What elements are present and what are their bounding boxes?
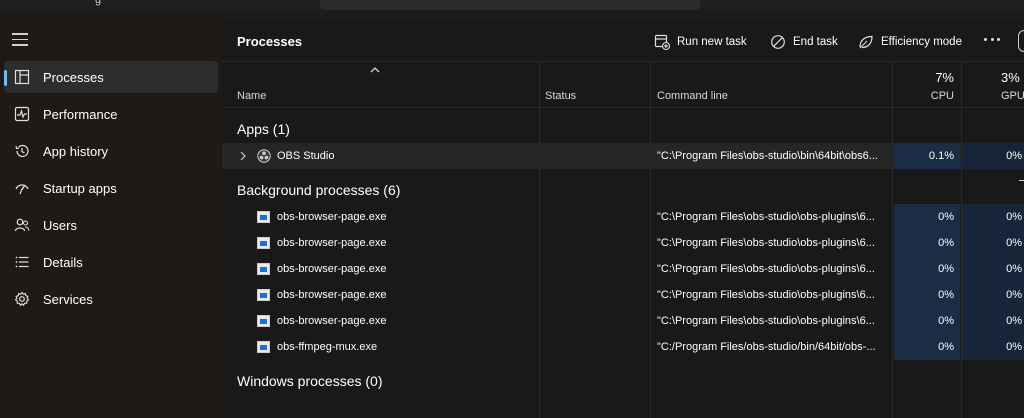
process-cpu: 0.1% [928,150,954,162]
process-name: OBS Studio [277,150,335,162]
sidebar-item-performance[interactable]: Performance [4,98,218,130]
process-command-line: "C:\Program Files\obs-studio\obs-plugins… [657,289,875,301]
column-header-status[interactable]: Status [545,90,576,102]
users-icon [14,218,30,232]
column-header-gpu[interactable]: GPU [1001,90,1024,102]
application-window-icon [257,289,270,301]
process-command-line: "C:\Program Files\obs-studio\obs-plugins… [657,263,875,275]
application-window-icon [257,211,270,223]
page-title: Processes [237,34,303,49]
sidebar-item-details[interactable]: Details [4,246,218,278]
process-gpu: 0% [1006,315,1022,327]
process-command-line: "C:\Program Files\obs-studio\obs-plugins… [657,237,875,249]
services-icon [14,291,30,307]
sidebar-item-label: Processes [43,70,104,85]
process-cpu: 0% [938,263,954,275]
sidebar-item-users[interactable]: Users [4,209,218,241]
process-gpu: 0% [1006,289,1022,301]
efficiency-mode-label: Efficiency mode [881,36,962,48]
process-gpu: 0% [1006,211,1022,223]
window-edge [1019,180,1024,181]
sidebar: Processes Performance App history Startu… [0,10,222,418]
process-gpu: 0% [1006,341,1022,353]
obs-studio-icon [257,149,271,163]
hamburger-menu-icon[interactable] [12,33,28,47]
toolbar: Processes Run new task End task Efficien… [222,18,1024,62]
run-new-task-label: Run new task [677,36,747,48]
performance-icon [14,106,30,122]
process-name: obs-browser-page.exe [277,289,387,301]
column-header-cpu[interactable]: CPU [894,90,954,102]
end-task-label: End task [793,36,838,48]
sidebar-item-label: App history [43,144,109,159]
table-row[interactable]: obs-browser-page.exe "C:\Program Files\o… [222,256,1024,282]
application-window-icon [257,315,270,327]
column-header-name[interactable]: Name [237,90,266,102]
search-box[interactable] [320,0,700,10]
group-header-windows: Windows processes (0) [237,373,383,389]
process-cpu: 0% [938,289,954,301]
efficiency-mode-button[interactable]: Efficiency mode [858,32,962,52]
active-indicator [4,70,7,86]
table-row[interactable]: obs-browser-page.exe "C:\Program Files\o… [222,230,1024,256]
more-options-icon[interactable] [984,38,1000,42]
column-headers: Name Status Command line 7% CPU 3% GPU [222,62,1024,108]
sidebar-item-processes[interactable]: Processes [4,61,218,93]
process-gpu: 0% [1006,263,1022,275]
process-cpu: 0% [938,315,954,327]
process-command-line: "C:\Program Files\obs-studio\obs-plugins… [657,315,875,327]
process-gpu: 0% [1006,237,1022,249]
table-row[interactable]: OBS Studio "C:\Program Files\obs-studio\… [222,143,1024,169]
sidebar-item-startup-apps[interactable]: Startup apps [4,172,218,204]
application-window-icon [257,237,270,249]
run-new-task-button[interactable]: Run new task [654,32,747,52]
process-command-line: "C:/Program Files/obs-studio/bin/64bit/o… [657,341,876,353]
process-command-line: "C:\Program Files\obs-studio\bin\64bit\o… [657,150,878,162]
sidebar-item-services[interactable]: Services [4,283,218,315]
sidebar-item-label: Details [43,255,83,270]
sidebar-item-label: Performance [43,107,118,122]
end-task-icon [771,35,785,49]
table-row[interactable]: obs-browser-page.exe "C:\Program Files\o… [222,204,1024,230]
table-row[interactable]: obs-browser-page.exe "C:\Program Files\o… [222,282,1024,308]
window-title: g [95,0,102,6]
main-panel: Processes Run new task End task Efficien… [222,18,1024,418]
sidebar-item-label: Services [43,292,93,307]
column-header-command-line[interactable]: Command line [657,90,728,102]
cpu-total-percent: 7% [935,70,954,85]
app-history-icon [15,144,29,158]
chevron-right-icon[interactable] [239,151,247,161]
process-command-line: "C:\Program Files\obs-studio\obs-plugins… [657,211,875,223]
process-gpu: 0% [1006,150,1022,162]
process-name: obs-browser-page.exe [277,263,387,275]
efficiency-leaf-icon [859,35,873,49]
details-icon [15,256,29,268]
table-row[interactable]: obs-browser-page.exe "C:\Program Files\o… [222,308,1024,334]
run-new-task-icon [654,34,670,50]
sort-ascending-icon [370,67,380,73]
process-name: obs-browser-page.exe [277,237,387,249]
sidebar-item-label: Users [43,218,77,233]
process-cpu: 0% [938,341,954,353]
group-header-apps: Apps (1) [237,121,290,137]
scroll-edge [1018,30,1024,52]
title-bar: g [0,0,1024,10]
group-header-background: Background processes (6) [237,182,401,198]
process-cpu: 0% [938,211,954,223]
application-window-icon [257,341,270,353]
process-name: obs-browser-page.exe [277,211,387,223]
process-name: obs-ffmpeg-mux.exe [277,341,378,353]
gpu-total-percent: 3% [1001,70,1020,85]
startup-apps-icon [15,184,29,195]
application-window-icon [257,263,270,275]
process-cpu: 0% [938,237,954,249]
table-row[interactable]: obs-ffmpeg-mux.exe "C:/Program Files/obs… [222,334,1024,360]
end-task-button[interactable]: End task [770,32,838,52]
sidebar-item-app-history[interactable]: App history [4,135,218,167]
process-name: obs-browser-page.exe [277,315,387,327]
sidebar-item-label: Startup apps [43,181,117,196]
processes-icon [14,69,30,85]
